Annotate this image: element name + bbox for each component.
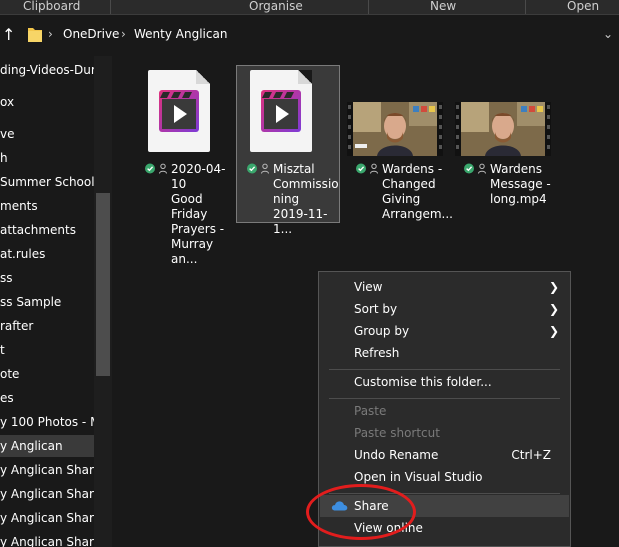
menu-separator	[329, 398, 560, 399]
menu-item-shortcut: Ctrl+Z	[511, 448, 551, 462]
navigation-pane: ding-Videos-Durin ox ve h Summer School …	[0, 56, 112, 547]
sync-check-icon	[145, 163, 167, 174]
video-thumbnail	[347, 102, 443, 156]
menu-item-group-by[interactable]: Group by ❯	[320, 320, 569, 342]
ribbon-group-labels: Clipboard Organise New Open	[0, 0, 619, 15]
nav-item[interactable]: y 100 Photos - Mu	[0, 411, 94, 433]
folder-icon	[28, 28, 42, 42]
nav-scrollbar-thumb[interactable]	[96, 193, 110, 376]
chevron-right-icon: ❯	[548, 324, 559, 338]
menu-item-label: Paste shortcut	[354, 426, 440, 440]
breadcrumb-chevron-icon[interactable]: ›	[121, 27, 126, 41]
nav-item[interactable]: y Anglican Shared	[0, 531, 94, 547]
nav-item[interactable]: rafter	[0, 315, 94, 337]
file-item[interactable]: 2020-04-10 Good Friday Prayers - Murray …	[134, 65, 238, 266]
menu-item-customise-folder[interactable]: Customise this folder...	[320, 371, 569, 393]
chevron-right-icon: ❯	[548, 280, 559, 294]
nav-item[interactable]: y Anglican Shared	[0, 507, 94, 529]
nav-item[interactable]: ote	[0, 363, 94, 385]
nav-item[interactable]: es	[0, 387, 94, 409]
chevron-right-icon: ❯	[548, 302, 559, 316]
menu-item-refresh[interactable]: Refresh	[320, 342, 569, 364]
video-document-thumbnail	[250, 70, 312, 152]
ribbon-group-new: New	[430, 0, 457, 13]
menu-separator	[329, 369, 560, 370]
file-name: Wardens - Changed Giving Arrangem...	[382, 162, 453, 221]
menu-item-label: Group by	[354, 324, 410, 338]
page-fold	[298, 70, 312, 84]
file-item[interactable]: Wardens Message - long.mp4	[453, 65, 557, 223]
menu-item-label: Customise this folder...	[354, 375, 492, 389]
nav-item[interactable]: h	[0, 147, 94, 169]
nav-item[interactable]: ss	[0, 267, 94, 289]
file-item-selected[interactable]: Misztal Commissio ning 2019-11-1...	[236, 65, 340, 236]
nav-item[interactable]: attachments	[0, 219, 94, 241]
nav-item[interactable]: y Anglican Shared	[0, 459, 94, 481]
ribbon-group-clipboard: Clipboard	[23, 0, 81, 13]
file-name: Wardens Message - long.mp4	[490, 162, 551, 206]
menu-item-label: Refresh	[354, 346, 400, 360]
video-thumbnail	[455, 102, 551, 156]
video-file-icon	[261, 90, 301, 132]
nav-item[interactable]: t	[0, 339, 94, 361]
sync-check-icon	[247, 163, 269, 174]
menu-item-paste: Paste	[320, 400, 569, 422]
nav-item[interactable]: y Anglican Shared	[0, 483, 94, 505]
breadcrumb-wenty-anglican[interactable]: Wenty Anglican	[134, 27, 227, 41]
nav-item[interactable]: ments	[0, 195, 94, 217]
up-arrow-icon[interactable]: ↑	[2, 27, 15, 43]
menu-item-undo-rename[interactable]: Undo Rename Ctrl+Z	[320, 444, 569, 466]
address-history-chevron-down-icon[interactable]: ⌄	[603, 27, 613, 41]
nav-item[interactable]: ding-Videos-Durin	[0, 59, 94, 81]
nav-item-selected[interactable]: y Anglican	[0, 435, 94, 457]
ribbon-group-open: Open	[567, 0, 600, 13]
nav-item[interactable]: ox	[0, 91, 94, 113]
breadcrumb-chevron-icon[interactable]: ›	[48, 27, 53, 41]
ribbon-divider	[525, 0, 526, 14]
file-name: Misztal Commissio ning 2019-11-1...	[273, 162, 339, 236]
ribbon-divider	[368, 0, 369, 14]
nav-item[interactable]: at.rules	[0, 243, 94, 265]
address-bar[interactable]: ↑ › OneDrive › Wenty Anglican ⌄	[0, 15, 619, 57]
breadcrumb-onedrive[interactable]: OneDrive	[63, 27, 119, 41]
video-frame-person-image	[455, 102, 551, 156]
ribbon-divider	[110, 0, 111, 14]
ribbon-group-organise: Organise	[249, 0, 303, 13]
menu-item-sort-by[interactable]: Sort by ❯	[320, 298, 569, 320]
video-frame-person-image	[347, 102, 443, 156]
sync-check-icon	[356, 163, 378, 174]
nav-item[interactable]: Summer School	[0, 171, 94, 193]
video-document-thumbnail	[148, 70, 210, 152]
nav-item[interactable]: ss Sample	[0, 291, 94, 313]
menu-item-paste-shortcut: Paste shortcut	[320, 422, 569, 444]
annotation-circle	[306, 484, 416, 540]
menu-item-label: Sort by	[354, 302, 398, 316]
file-name: 2020-04-10 Good Friday Prayers - Murray …	[171, 162, 226, 266]
file-item[interactable]: Wardens - Changed Giving Arrangem...	[345, 65, 453, 223]
nav-item[interactable]: ve	[0, 123, 94, 145]
menu-item-label: Open in Visual Studio	[354, 470, 483, 484]
menu-item-label: View	[354, 280, 383, 294]
page-fold	[196, 70, 210, 84]
menu-item-label: Undo Rename	[354, 448, 439, 462]
menu-item-view[interactable]: View ❯	[320, 276, 569, 298]
sync-check-icon	[464, 163, 486, 174]
menu-item-label: Paste	[354, 404, 387, 418]
video-file-icon	[159, 90, 199, 132]
